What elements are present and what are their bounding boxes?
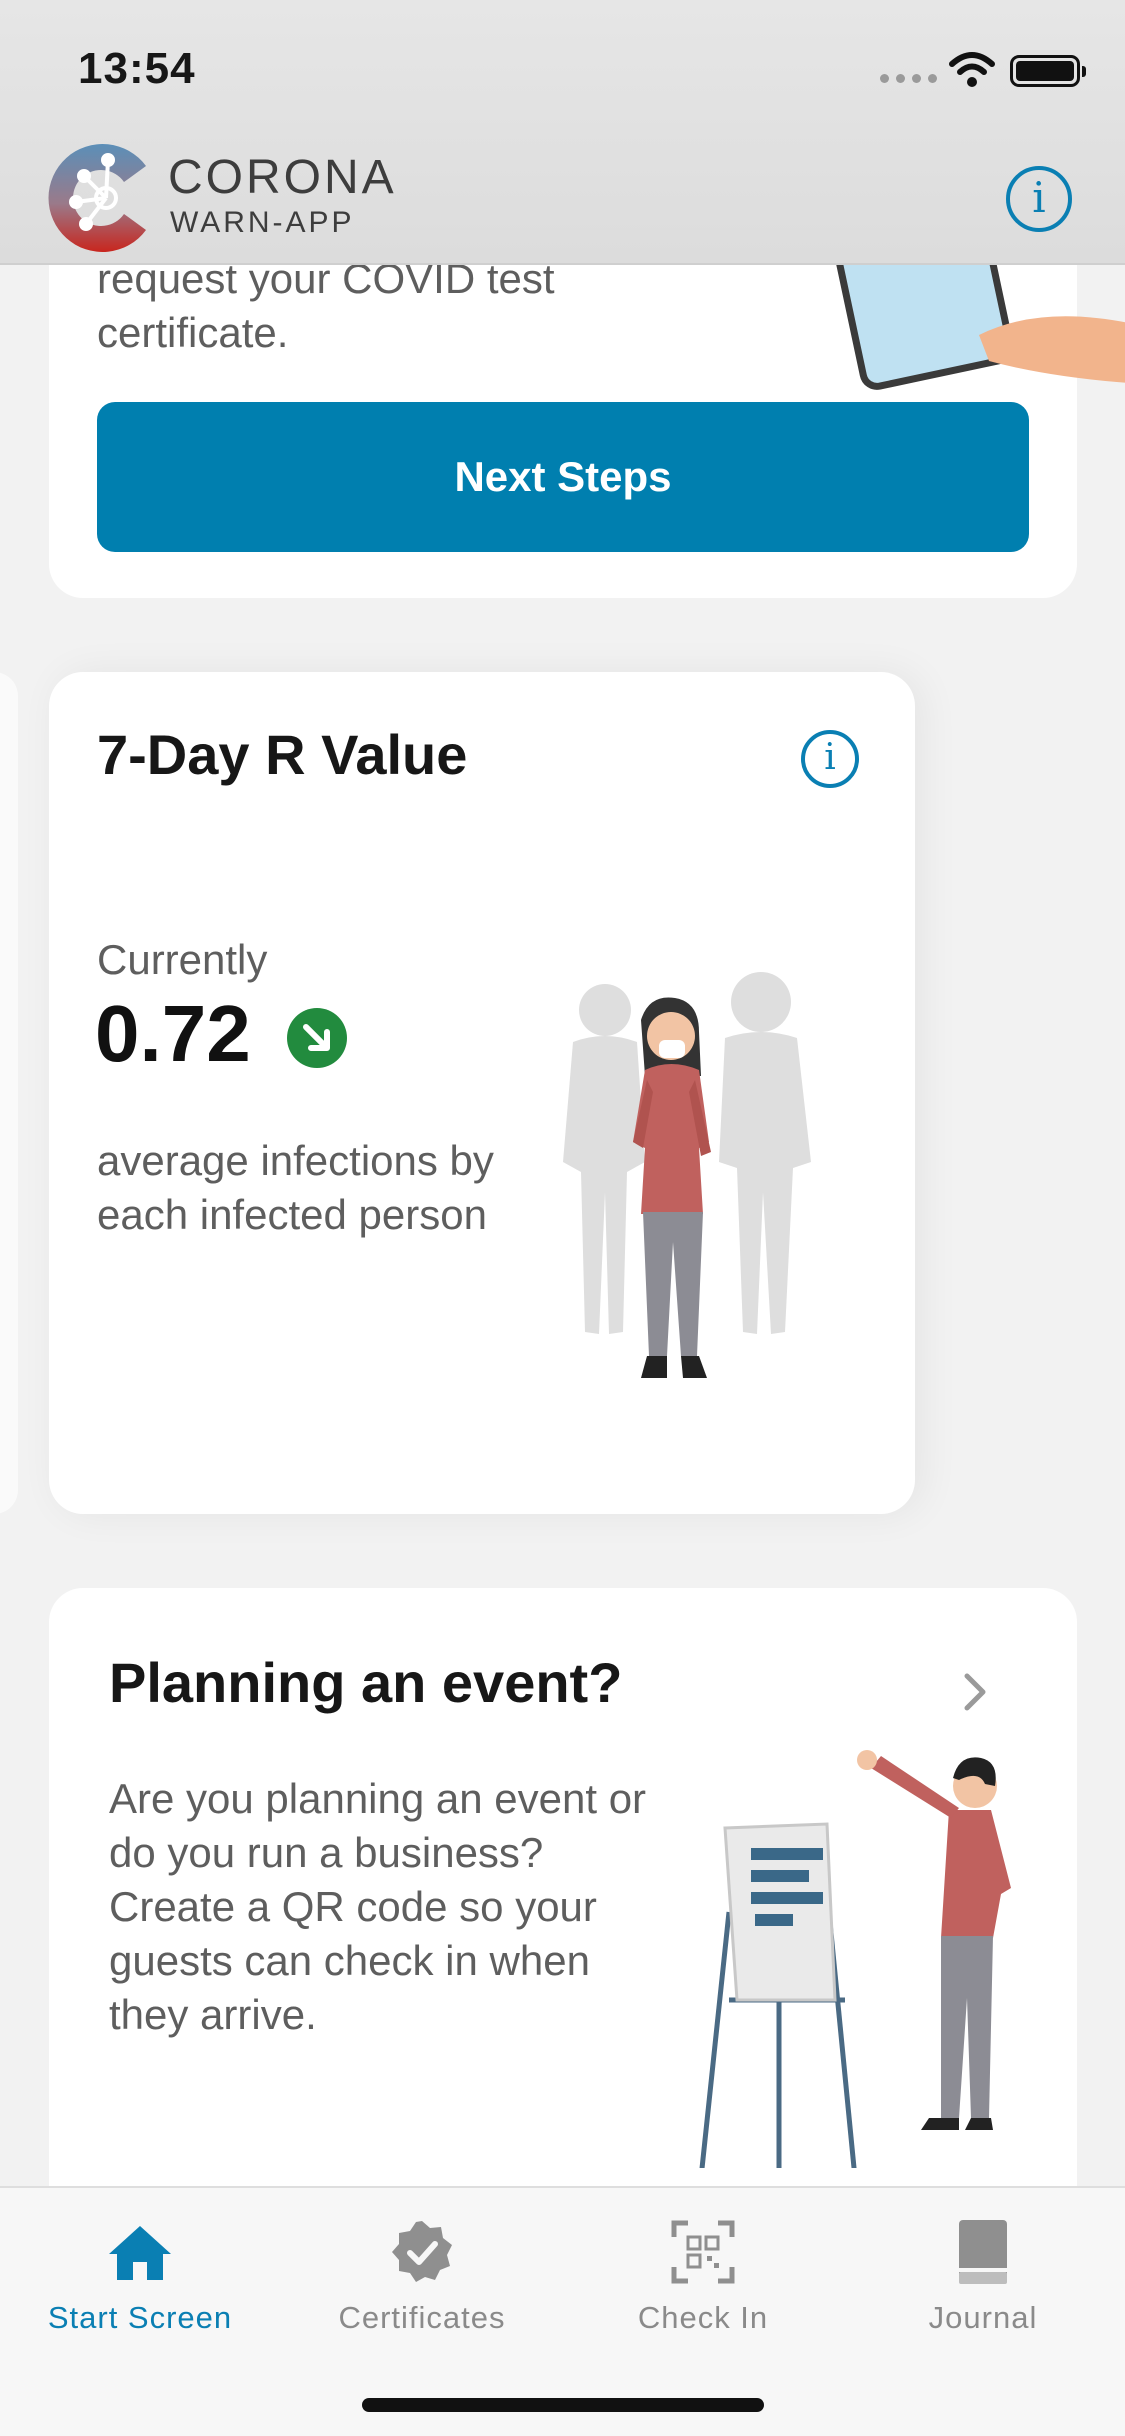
brand-subtitle: WARN-APP: [170, 206, 355, 239]
book-icon: [863, 2212, 1103, 2292]
home-indicator[interactable]: [362, 2398, 764, 2412]
presenter-flipchart-illustration: [699, 1750, 1011, 2168]
tab-label: Certificates: [338, 2300, 506, 2335]
r-value-number: 0.72: [95, 989, 251, 1078]
tab-journal[interactable]: Journal: [863, 2212, 1103, 2336]
phone-hand-illustration: [834, 265, 1125, 390]
r-value-title: 7-Day R Value: [97, 723, 468, 786]
tab-label: Journal: [928, 2300, 1038, 2335]
qr-scan-icon: [583, 2212, 823, 2292]
currently-label: Currently: [97, 936, 268, 983]
brand-name: CORONA: [168, 151, 397, 204]
tab-certificates[interactable]: Certificates: [302, 2212, 542, 2336]
cellular-signal-icon: [880, 74, 937, 83]
people-illustration: [563, 972, 811, 1378]
tab-label: Check In: [637, 2300, 769, 2335]
certificate-request-text: request your COVID test certificate.: [97, 255, 555, 356]
tab-start-screen[interactable]: Start Screen: [20, 2212, 260, 2336]
certificate-badge-icon: [302, 2212, 542, 2292]
tab-check-in[interactable]: Check In: [583, 2212, 823, 2336]
battery-icon: [1010, 55, 1086, 87]
home-icon: [20, 2212, 260, 2292]
next-steps-button[interactable]: Next Steps: [97, 402, 1029, 552]
corona-warn-app-logo: [48, 144, 147, 252]
app-info-icon[interactable]: i: [1006, 166, 1072, 232]
wifi-icon: [949, 52, 995, 87]
r-value-info-icon[interactable]: i: [801, 730, 859, 788]
event-card-title: Planning an event?: [109, 1651, 623, 1714]
tab-label: Start Screen: [47, 2300, 233, 2335]
event-card-text: Are you planning an event or do you run …: [109, 1775, 647, 2038]
app-header: 13:54 CORONA WARN-APP i: [0, 0, 1125, 265]
r-value-card[interactable]: 7-Day R Value i Currently 0.72 average i…: [49, 672, 915, 1514]
status-time: 13:54: [78, 44, 196, 93]
trend-down-icon: [287, 1008, 347, 1068]
r-value-description: average infections by each infected pers…: [97, 1137, 494, 1238]
previous-card-edge[interactable]: [0, 672, 18, 1514]
chevron-right-icon[interactable]: [961, 1670, 991, 1714]
event-planning-card[interactable]: Planning an event? Are you planning an e…: [49, 1588, 1077, 2228]
